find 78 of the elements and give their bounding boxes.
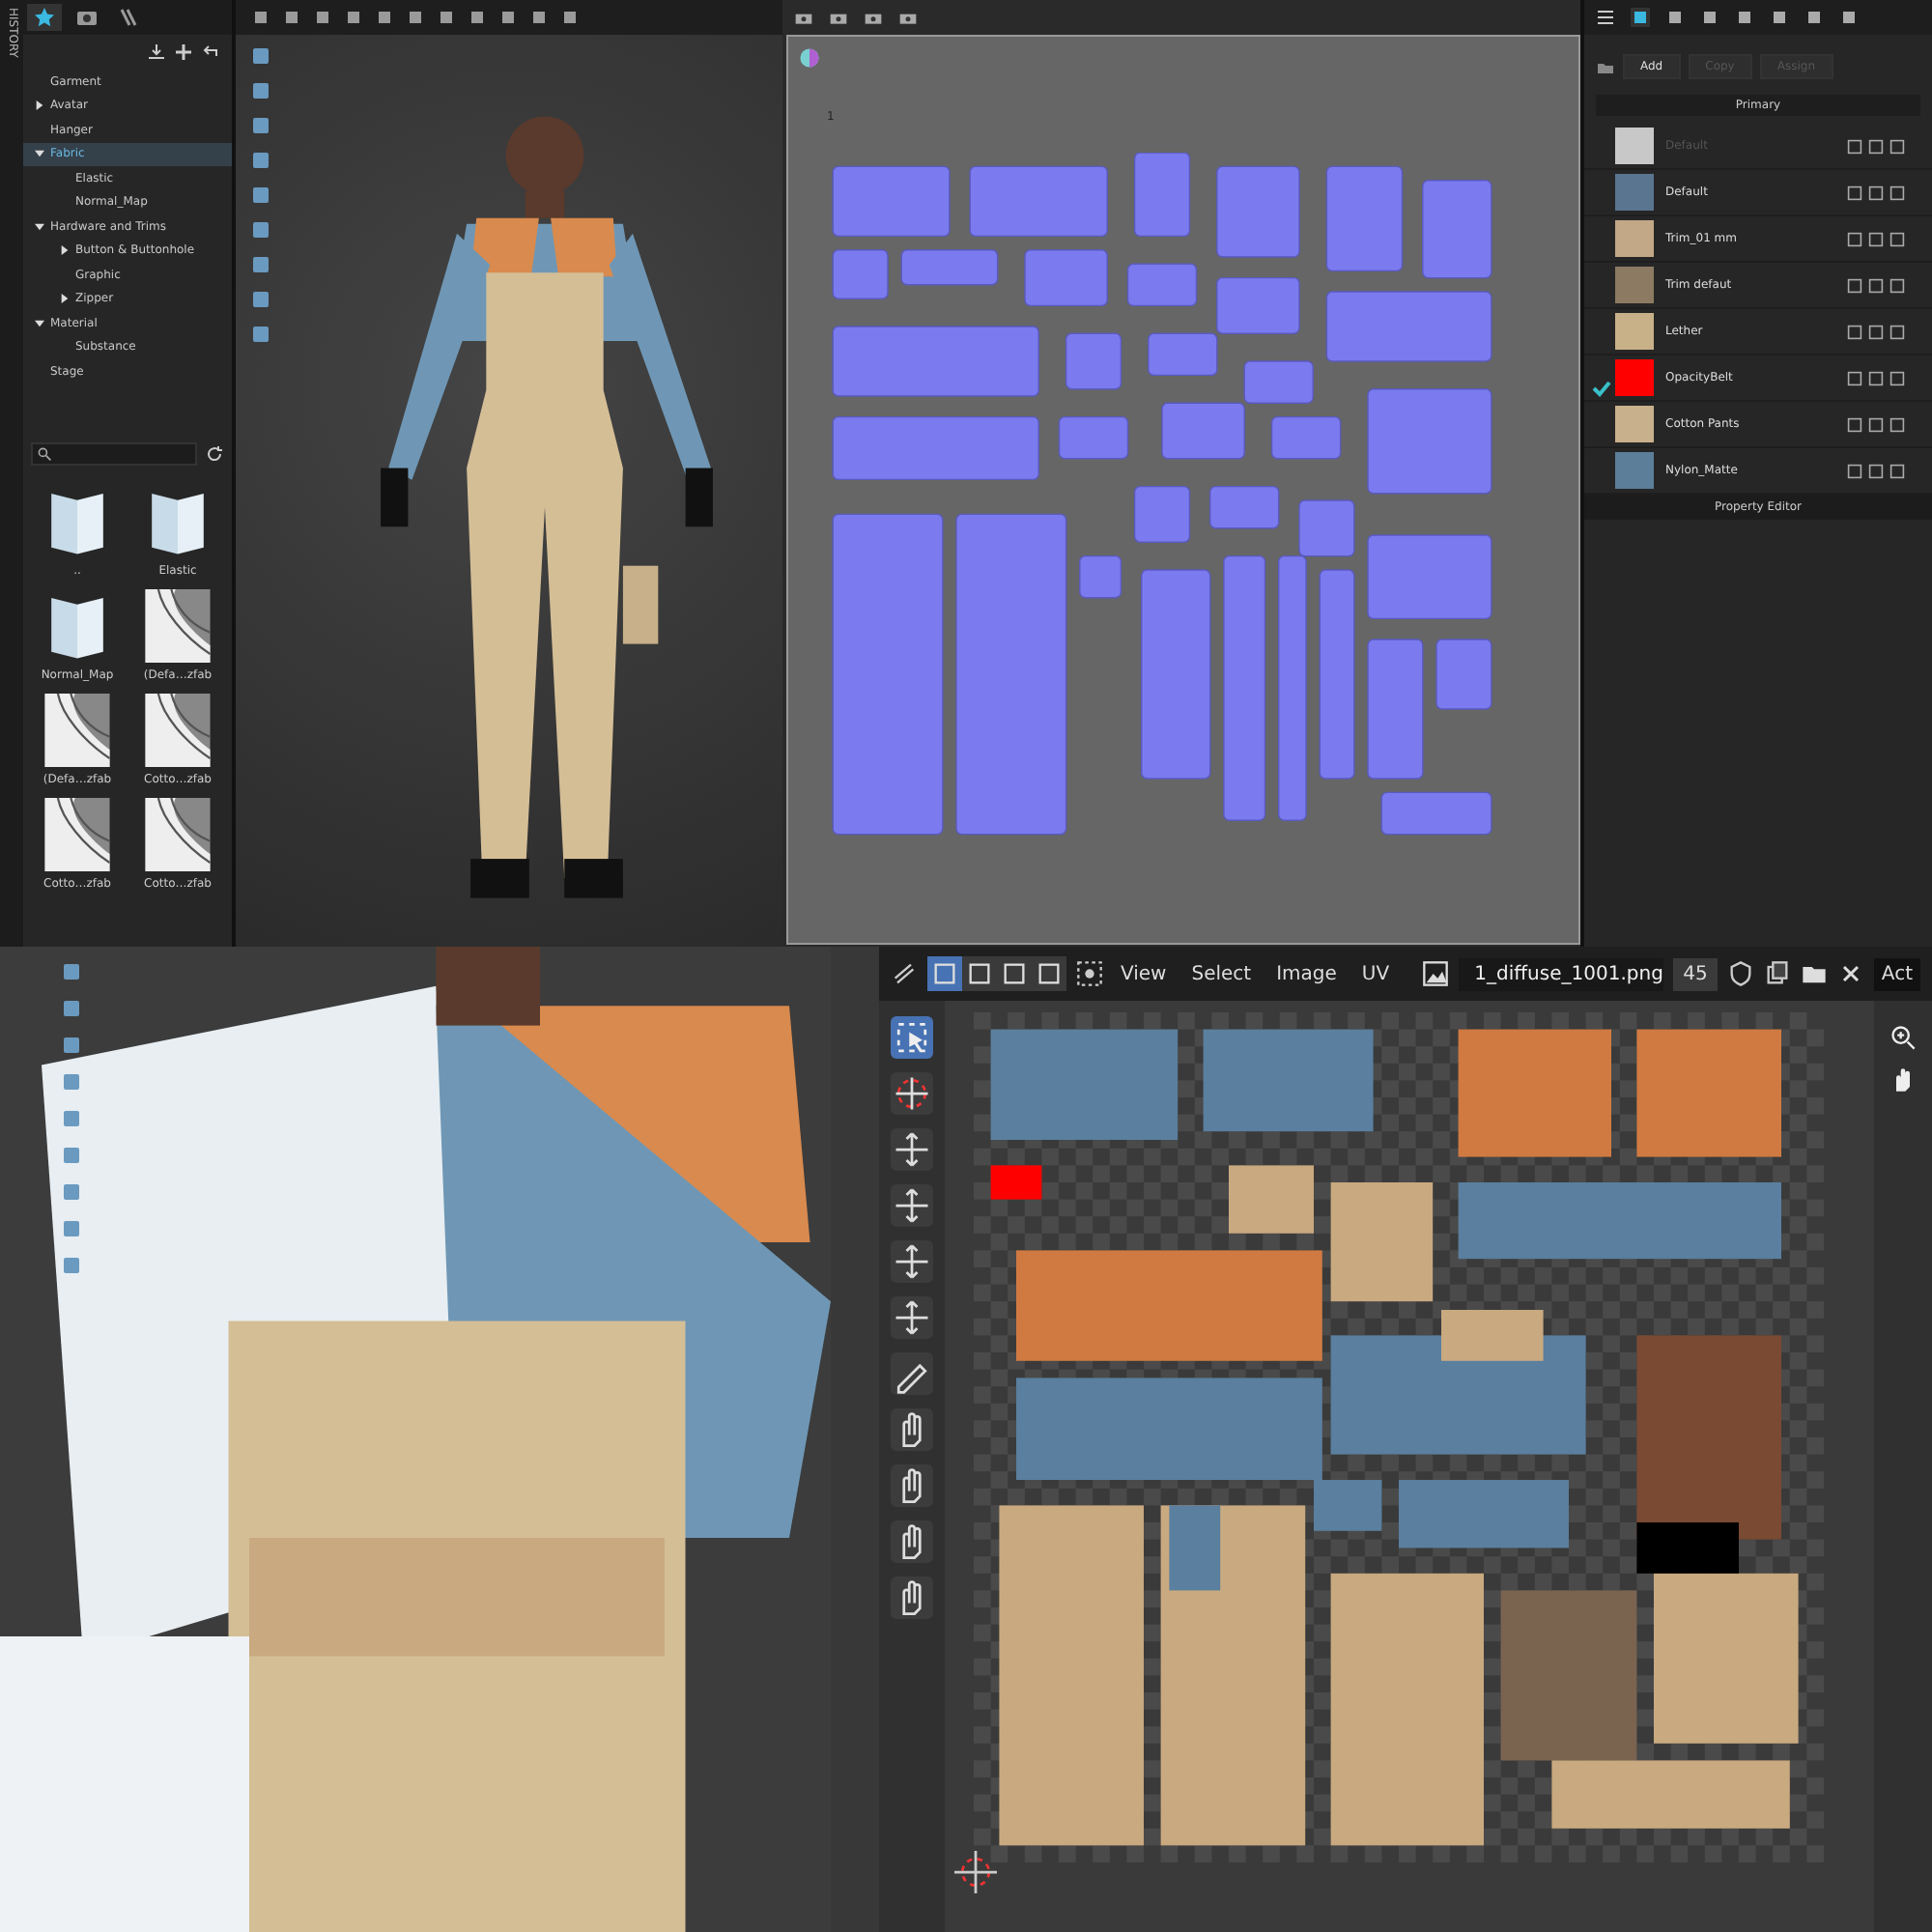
collapsed-arrow-icon[interactable] (60, 245, 70, 256)
menu-item[interactable]: Image (1268, 963, 1345, 984)
refresh-icon[interactable] (205, 443, 224, 463)
hand-icon[interactable] (891, 1408, 933, 1451)
material-swatch[interactable] (1615, 359, 1654, 396)
menu-item[interactable]: UV (1353, 963, 1398, 984)
arrows-icon[interactable] (891, 1296, 933, 1339)
square-icon[interactable] (1868, 185, 1884, 200)
square-icon[interactable] (1868, 416, 1884, 432)
square-icon[interactable] (1847, 324, 1862, 339)
square-icon[interactable] (1868, 231, 1884, 246)
duplicate-icon[interactable] (1763, 960, 1791, 987)
crosshair-icon[interactable] (891, 1072, 933, 1115)
square-icon[interactable] (1889, 463, 1905, 478)
material-swatch[interactable] (1615, 174, 1654, 211)
shield-icon[interactable] (1726, 960, 1754, 987)
hand-icon[interactable] (891, 1520, 933, 1563)
square-icon[interactable] (1847, 185, 1862, 200)
square-icon[interactable] (1847, 370, 1862, 385)
2d-cursor-icon (954, 1851, 997, 1893)
image-icon[interactable] (1422, 960, 1450, 987)
user-count[interactable]: 45 (1673, 957, 1718, 990)
material-swatch[interactable] (1615, 313, 1654, 350)
collapsed-arrow-icon[interactable] (35, 100, 44, 111)
overlay-icon[interactable] (1076, 960, 1103, 987)
square-icon[interactable] (1847, 277, 1862, 293)
expanded-arrow-icon[interactable] (35, 149, 44, 159)
square-icon[interactable] (1889, 185, 1905, 200)
material-swatch[interactable] (1615, 220, 1654, 257)
hand-icon[interactable] (891, 1577, 933, 1619)
arrows-icon[interactable] (891, 1240, 933, 1283)
menu-item[interactable]: View (1113, 963, 1175, 984)
fabric-thumbnail[interactable] (145, 588, 211, 662)
select-box-icon[interactable] (891, 1016, 933, 1059)
square-icon[interactable] (1847, 138, 1862, 154)
fabric-thumbnail[interactable] (145, 693, 211, 766)
square-icon[interactable] (1889, 138, 1905, 154)
expanded-arrow-icon[interactable] (35, 221, 44, 232)
collapsed-arrow-icon[interactable] (60, 294, 70, 304)
material-swatch[interactable] (1615, 267, 1654, 303)
zoom-icon[interactable] (1889, 1024, 1917, 1051)
expanded-arrow-icon[interactable] (35, 318, 44, 328)
square-icon[interactable] (1847, 231, 1862, 246)
square-icon[interactable] (1868, 324, 1884, 339)
square-icon[interactable] (1847, 463, 1862, 478)
hand-icon[interactable] (891, 1464, 933, 1507)
search-field[interactable] (31, 441, 197, 465)
square-icon[interactable] (1889, 277, 1905, 293)
square-icon[interactable] (1889, 324, 1905, 339)
fabric-thumbnail[interactable] (44, 693, 110, 766)
material-swatch[interactable] (1615, 452, 1654, 489)
plus-icon[interactable] (174, 43, 193, 62)
arrows-icon[interactable] (891, 1184, 933, 1227)
sphere-icon[interactable] (798, 46, 821, 70)
select-mode-icon[interactable] (962, 956, 997, 991)
pencil-icon[interactable] (891, 1352, 933, 1395)
back-arrow-icon[interactable] (201, 43, 220, 62)
square-icon[interactable] (1889, 370, 1905, 385)
download-icon[interactable] (147, 43, 166, 62)
square-icon[interactable] (1868, 138, 1884, 154)
select-mode-icon[interactable] (1032, 956, 1066, 991)
tooltip: Act (1873, 957, 1920, 990)
material-swatch[interactable] (1615, 406, 1654, 442)
fabric-thumbnail[interactable] (44, 797, 110, 870)
square-icon[interactable] (1847, 416, 1862, 432)
arrows-icon[interactable] (891, 1128, 933, 1171)
menu-item[interactable]: Select (1183, 963, 1260, 984)
fabric-thumbnail[interactable] (145, 797, 211, 870)
image-name-field[interactable]: 1_diffuse_1001.png (1459, 957, 1664, 990)
search-icon (37, 445, 52, 461)
square-icon[interactable] (1889, 416, 1905, 432)
square-icon[interactable] (1868, 463, 1884, 478)
select-mode-icon[interactable] (927, 956, 962, 991)
square-icon[interactable] (1868, 277, 1884, 293)
sync-arrows-icon[interactable] (891, 960, 918, 987)
menu-icon[interactable] (1596, 8, 1615, 27)
square-icon[interactable] (1889, 231, 1905, 246)
square-icon[interactable] (1868, 370, 1884, 385)
